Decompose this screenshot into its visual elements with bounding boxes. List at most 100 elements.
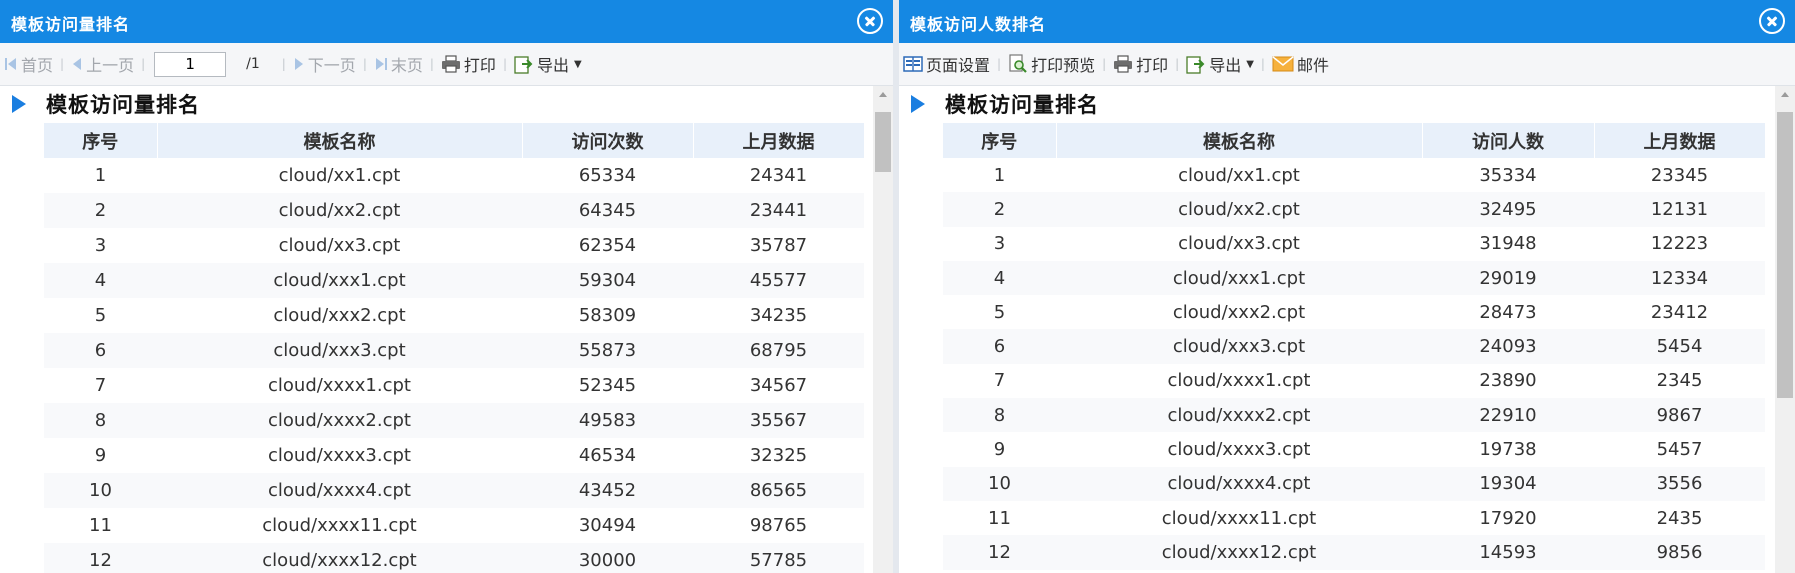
printer-icon <box>1114 55 1133 73</box>
count-cell: 19738 <box>1422 432 1594 467</box>
toolbar-divider: | <box>997 57 1002 71</box>
count-cell: 29019 <box>1422 260 1594 296</box>
column-header: 序号 <box>943 123 1057 158</box>
table-row: 4 cloud/xxx1.cpt 29019 12334 <box>943 260 1765 296</box>
chevron-down-icon: ▼ <box>1246 58 1254 70</box>
toolbar-divider: | <box>1102 57 1107 71</box>
template-name-cell: cloud/xxxx2.cpt <box>1056 398 1422 433</box>
rank-cell: 12 <box>943 535 1056 570</box>
template-name-cell: cloud/xxxx11.cpt <box>1056 500 1422 536</box>
left-report-content: 模板访问量排名 序号 模板名称 访问次数 上月数据 1 cloud/xx1.cpt… <box>0 86 873 573</box>
export-menu-button[interactable]: 导出 ▼ <box>1186 52 1254 76</box>
table-row: 10 cloud/xxxx4.cpt 43452 86565 <box>44 473 864 508</box>
toolbar-divider: | <box>60 57 65 71</box>
print-button[interactable]: 打印 <box>441 52 496 76</box>
count-cell: 17920 <box>1422 500 1594 536</box>
table-header-row: 序号 模板名称 访问人数 上月数据 <box>943 123 1766 158</box>
first-page-button[interactable]: 首页 <box>4 52 53 76</box>
left-table-body: 1 cloud/xx1.cpt 65334 24341 2 cloud/xx2.cpt 64… <box>44 158 864 573</box>
print-button[interactable]: 打印 <box>1113 52 1168 76</box>
count-cell: 58309 <box>522 298 693 333</box>
last-month-cell: 98765 <box>693 508 864 543</box>
last-month-cell: 12131 <box>1594 192 1765 227</box>
count-cell: 55873 <box>522 333 693 368</box>
left-ranking-table: 序号 模板名称 访问次数 上月数据 1 cloud/xx1.cpt 65334 243… <box>44 123 865 573</box>
template-name-cell: cloud/xx3.cpt <box>1056 226 1422 261</box>
first-page-icon <box>5 58 16 70</box>
mail-button[interactable]: 邮件 <box>1272 52 1329 76</box>
mail-label: 邮件 <box>1296 56 1329 75</box>
column-header: 模板名称 <box>157 123 523 158</box>
count-cell: 30494 <box>522 508 693 543</box>
chevron-down-icon: ▼ <box>574 58 582 70</box>
count-cell: 65334 <box>522 158 693 193</box>
last-month-cell: 34567 <box>693 368 864 403</box>
right-close-icon[interactable] <box>1759 8 1785 34</box>
toolbar-divider: | <box>1175 57 1180 71</box>
left-vertical-scrollbar[interactable] <box>873 86 893 573</box>
left-report-heading: 模板访问量排名 <box>0 91 200 117</box>
table-row: 9 cloud/xxxx3.cpt 19738 5457 <box>943 432 1765 467</box>
prev-page-button[interactable]: 上一页 <box>71 52 134 76</box>
template-name-cell: cloud/xxxx1.cpt <box>1056 363 1422 399</box>
last-page-button[interactable]: 末页 <box>374 52 423 76</box>
rank-cell: 7 <box>943 363 1056 399</box>
template-name-cell: cloud/xxx1.cpt <box>157 263 522 298</box>
count-cell: 35334 <box>1422 158 1594 193</box>
left-report-title: 模板访问量排名 <box>46 93 200 117</box>
rank-cell: 1 <box>943 158 1056 193</box>
mail-icon <box>1272 56 1294 72</box>
last-month-cell: 9867 <box>1594 398 1765 433</box>
count-cell: 43452 <box>522 473 693 508</box>
toolbar-divider: | <box>429 57 434 71</box>
rank-cell: 4 <box>943 260 1056 296</box>
rank-cell: 2 <box>44 193 157 228</box>
last-month-cell: 9856 <box>1594 535 1765 570</box>
table-row: 10 cloud/xxxx4.cpt 19304 3556 <box>943 466 1765 501</box>
last-month-cell: 57785 <box>693 543 864 573</box>
template-name-cell: cloud/xx1.cpt <box>157 158 522 193</box>
last-month-cell: 23441 <box>693 193 864 228</box>
scrollbar-thumb[interactable] <box>1777 112 1793 398</box>
next-page-label: 下一页 <box>307 56 356 75</box>
page-total: /1 <box>246 56 260 72</box>
print-label: 打印 <box>1136 56 1169 75</box>
print-label: 打印 <box>463 56 496 75</box>
scrollbar-thumb[interactable] <box>875 112 891 172</box>
rank-cell: 7 <box>44 368 157 403</box>
last-month-cell: 86565 <box>693 473 864 508</box>
print-preview-button[interactable]: 打印预览 <box>1008 52 1095 76</box>
scroll-up-arrow-icon[interactable] <box>879 92 887 97</box>
rank-cell: 11 <box>943 500 1056 536</box>
rank-cell: 2 <box>943 192 1056 227</box>
scroll-up-arrow-icon[interactable] <box>1781 92 1789 97</box>
print-preview-icon <box>1009 54 1027 73</box>
count-cell: 59304 <box>522 263 693 298</box>
count-cell: 31948 <box>1422 226 1594 261</box>
count-cell: 28473 <box>1422 295 1594 330</box>
left-close-icon[interactable] <box>857 8 883 34</box>
table-row: 2 cloud/xx2.cpt 64345 23441 <box>44 193 864 228</box>
right-window-title: 模板访问人数排名 <box>910 15 1047 34</box>
table-row: 1 cloud/xx1.cpt 65334 24341 <box>44 158 864 193</box>
triangle-marker-icon <box>911 95 925 113</box>
last-month-cell: 12334 <box>1594 260 1765 296</box>
rank-cell: 6 <box>943 329 1056 364</box>
export-menu-button[interactable]: 导出 ▼ <box>514 52 582 76</box>
page-setup-button[interactable]: 页面设置 <box>903 52 990 76</box>
table-row: 3 cloud/xx3.cpt 62354 35787 <box>44 228 864 263</box>
table-row: 7 cloud/xxxx1.cpt 23890 2345 <box>943 363 1765 399</box>
rank-cell: 8 <box>943 398 1056 433</box>
toolbar-divider: | <box>1260 57 1265 71</box>
template-name-cell: cloud/xxxx2.cpt <box>157 403 522 438</box>
next-page-button[interactable]: 下一页 <box>293 52 356 76</box>
count-cell: 32495 <box>1422 192 1594 227</box>
last-month-cell: 24341 <box>693 158 864 193</box>
print-preview-label: 打印预览 <box>1031 56 1096 75</box>
rank-cell: 8 <box>44 403 157 438</box>
page-number-input[interactable] <box>154 51 227 77</box>
right-vertical-scrollbar[interactable] <box>1775 86 1795 573</box>
triangle-marker-icon <box>12 95 26 113</box>
right-report-content: 模板访问量排名 序号 模板名称 访问人数 上月数据 1 cloud/xx1.cpt… <box>899 86 1775 573</box>
column-header: 上月数据 <box>1594 123 1766 158</box>
